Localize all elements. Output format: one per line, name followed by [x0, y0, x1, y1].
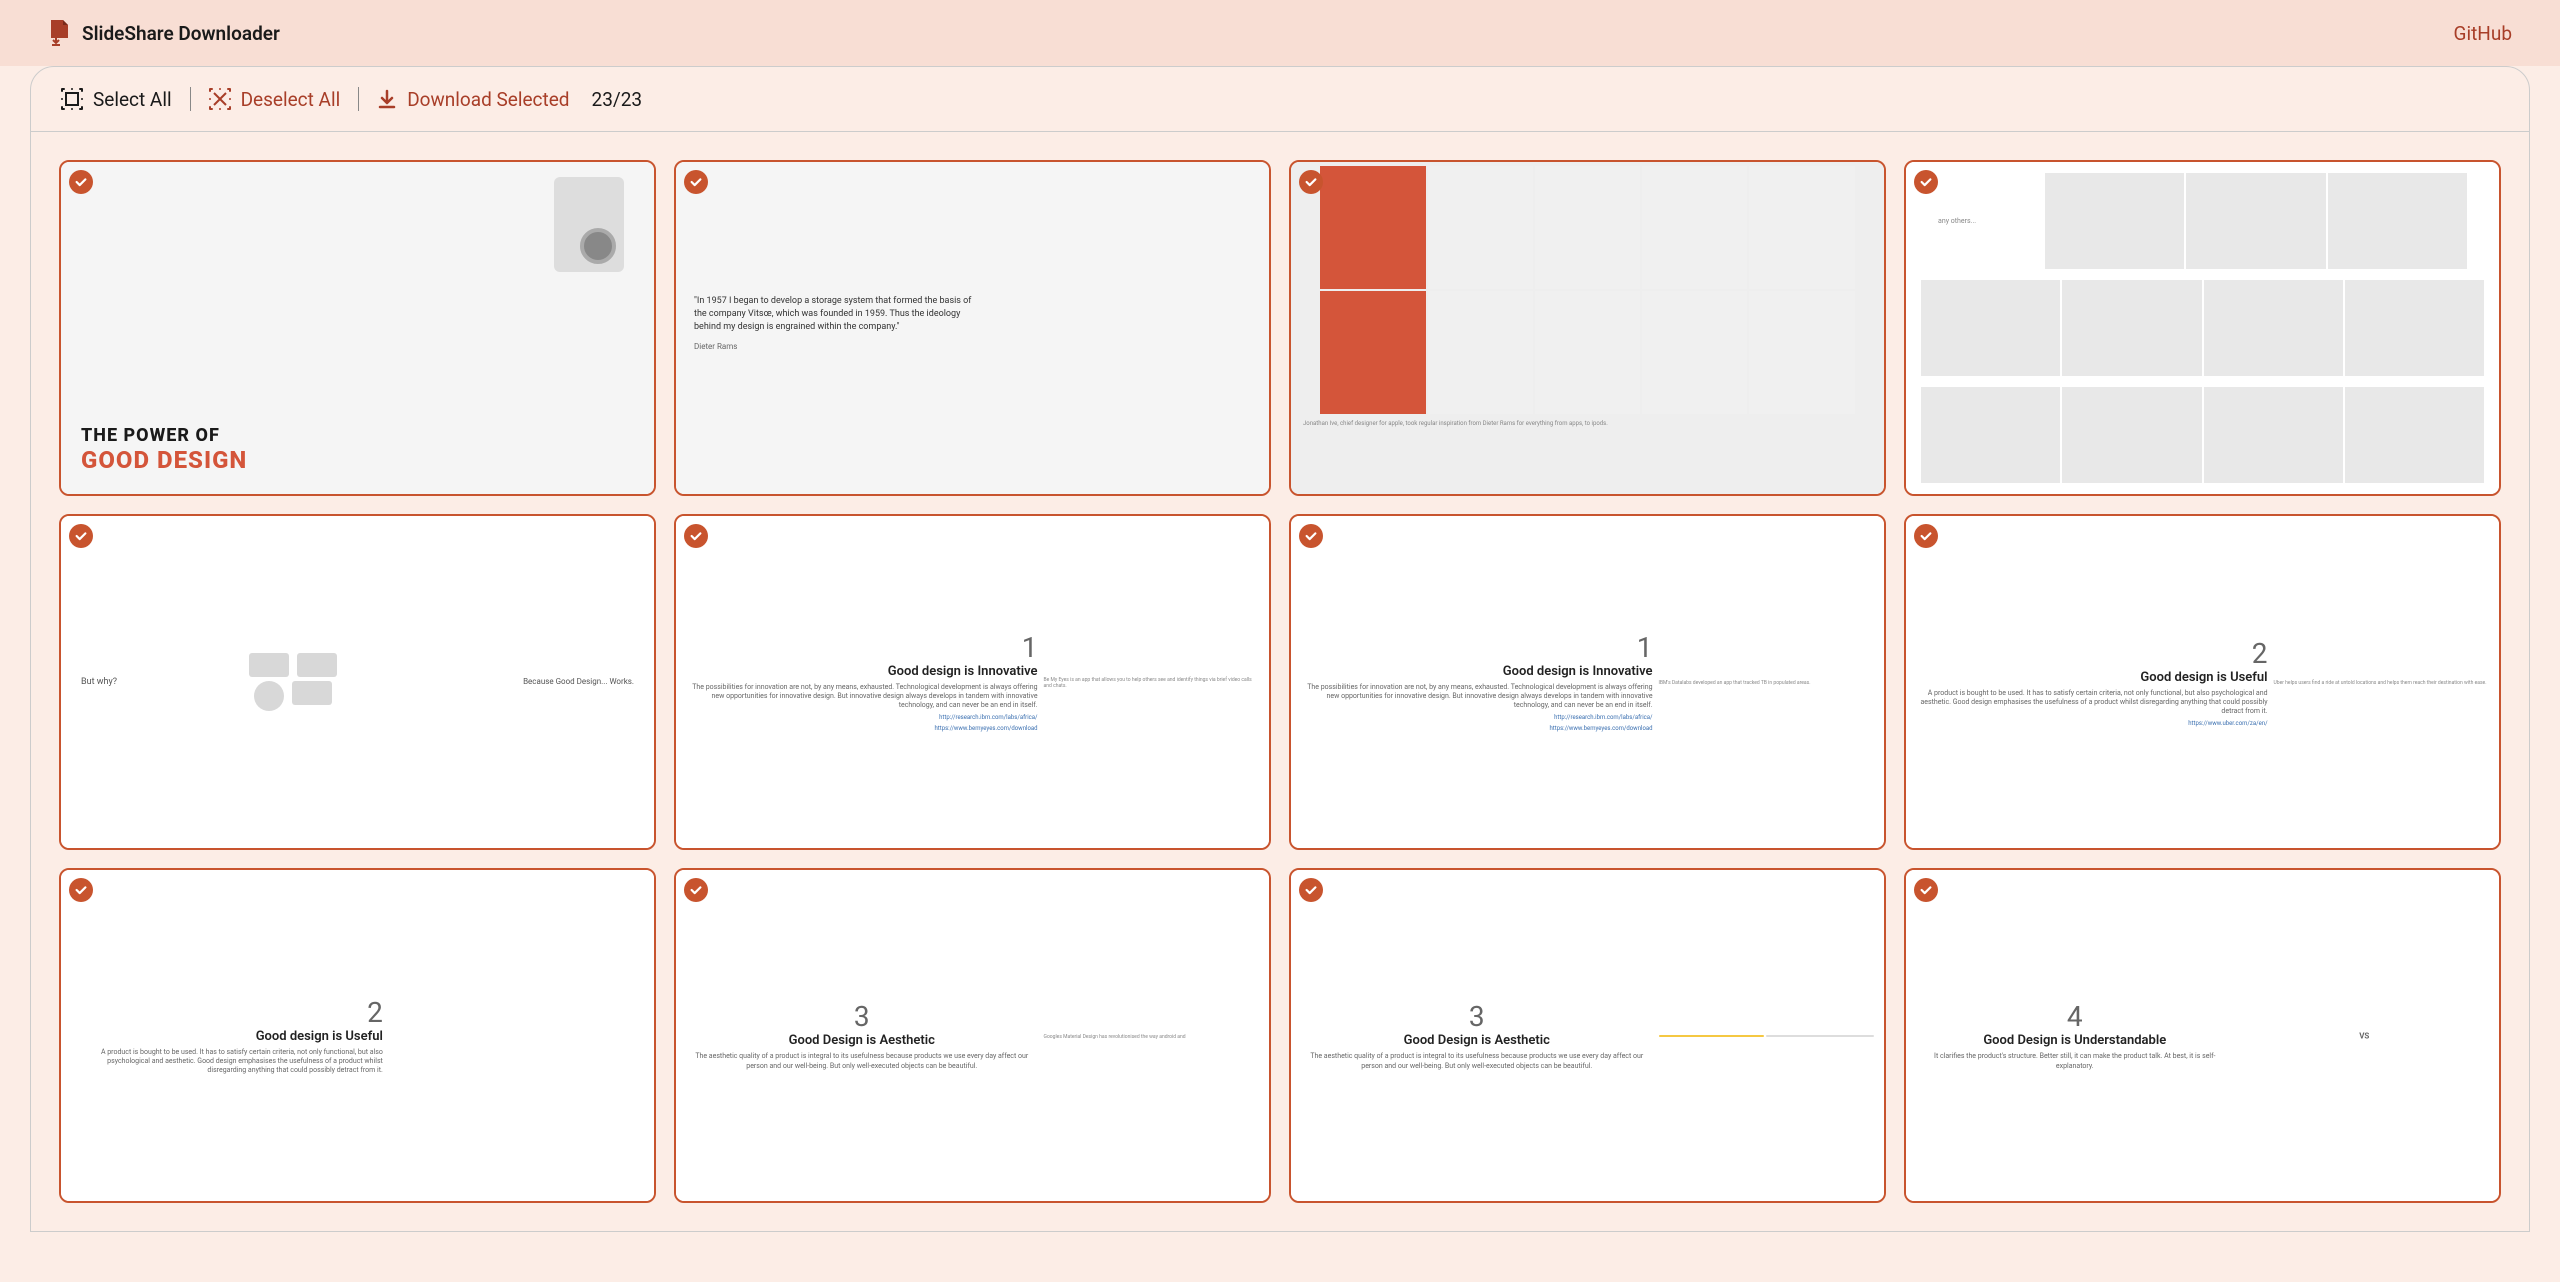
github-link[interactable]: GitHub [2454, 22, 2512, 45]
slide-text: https://www.bemyeyes.com/download [1549, 725, 1652, 732]
slide-thumbnail: 1 Good design is Innovative The possibil… [1291, 516, 1884, 848]
deselect-all-label: Deselect All [241, 88, 341, 111]
slide-checkbox[interactable] [684, 524, 708, 548]
slide-checkbox[interactable] [69, 170, 93, 194]
slide-grid: THE POWER OF GOOD DESIGN "In 1957 I bega… [31, 132, 2529, 1231]
slide-text: any others... [1938, 217, 2043, 225]
slide-card[interactable]: 2 Good design is Useful A product is bou… [1904, 514, 2501, 850]
slide-text: THE POWER OF [81, 425, 220, 446]
slide-text: Good Design is Understandable [1983, 1033, 2166, 1048]
slide-text: https://www.bemyeyes.com/download [934, 725, 1037, 732]
slide-text: http://research.ibm.com/labs/africa/ [939, 714, 1037, 721]
slide-text: Because Good Design... Works. [468, 677, 634, 686]
slide-text: Be My Eyes is an app that allows you to … [1044, 677, 1259, 689]
slide-text: VS [2355, 1029, 2373, 1042]
slide-text: The aesthetic quality of a product is in… [1301, 1052, 1653, 1070]
slide-text: Jonathan Ive, chief designer for apple, … [1295, 416, 1880, 431]
slide-text: The possibilities for innovation are not… [1301, 683, 1653, 710]
slide-text: Googles Material Design has revolutionis… [1044, 1034, 1259, 1040]
header-left: SlideShare Downloader [48, 20, 280, 46]
slide-text: 2 [367, 996, 383, 1029]
slide-card[interactable]: 1 Good design is Innovative The possibil… [674, 514, 1271, 850]
select-all-button[interactable]: Select All [61, 88, 172, 111]
slide-text: Good design is Useful [2140, 670, 2267, 685]
selection-counter: 23/23 [592, 88, 643, 111]
slide-text: The possibilities for innovation are not… [686, 683, 1038, 710]
slide-text: 3 [1469, 1000, 1485, 1033]
slide-text: It clarifies the product's structure. Be… [1916, 1052, 2234, 1070]
main-panel: Select All Deselect All Download Selecte… [30, 66, 2530, 1232]
slide-card[interactable]: THE POWER OF GOOD DESIGN [59, 160, 656, 496]
slide-thumbnail: 1 Good design is Innovative The possibil… [676, 516, 1269, 848]
slide-text: https://www.uber.com/za/en/ [2188, 720, 2267, 727]
deselect-all-button[interactable]: Deselect All [209, 88, 341, 111]
slide-card[interactable]: 4 Good Design is Understandable It clari… [1904, 868, 2501, 1204]
slide-checkbox[interactable] [684, 170, 708, 194]
slide-text: http://research.ibm.com/labs/africa/ [1554, 714, 1652, 721]
slide-text: The aesthetic quality of a product is in… [686, 1052, 1038, 1070]
slide-text: 3 [854, 1000, 870, 1033]
slide-card[interactable]: But why? Because Good Design... Works. [59, 514, 656, 850]
slide-text: Good design is Useful [256, 1029, 383, 1044]
app-title: SlideShare Downloader [82, 22, 280, 45]
slide-checkbox[interactable] [1914, 878, 1938, 902]
select-all-icon [61, 88, 83, 110]
toolbar: Select All Deselect All Download Selecte… [31, 67, 2529, 132]
app-header: SlideShare Downloader GitHub [0, 0, 2560, 66]
slide-checkbox[interactable] [684, 878, 708, 902]
slide-card[interactable]: "In 1957 I began to develop a storage sy… [674, 160, 1271, 496]
slide-thumbnail: Jonathan Ive, chief designer for apple, … [1291, 162, 1884, 494]
slide-text: 2 [2252, 637, 2268, 670]
slide-text: Good Design is Aesthetic [1404, 1033, 1550, 1048]
slide-checkbox[interactable] [1914, 524, 1938, 548]
deselect-all-icon [209, 88, 231, 110]
download-selected-label: Download Selected [407, 88, 569, 111]
download-selected-button[interactable]: Download Selected [377, 88, 569, 111]
slide-text: Good design is Innovative [1503, 664, 1653, 679]
slide-text: 1 [1637, 631, 1653, 664]
slide-text: Good design is Innovative [888, 664, 1038, 679]
slide-text: Good Design is Aesthetic [789, 1033, 935, 1048]
slide-checkbox[interactable] [1299, 524, 1323, 548]
slide-checkbox[interactable] [1299, 878, 1323, 902]
slide-text: 4 [2067, 1000, 2083, 1033]
slide-text: 1 [1022, 631, 1038, 664]
toolbar-divider [190, 87, 191, 111]
slide-thumbnail: 4 Good Design is Understandable It clari… [1906, 870, 2499, 1202]
slide-checkbox[interactable] [69, 524, 93, 548]
slide-text: "In 1957 I began to develop a storage sy… [694, 295, 984, 333]
slide-checkbox[interactable] [69, 878, 93, 902]
slide-checkbox[interactable] [1299, 170, 1323, 194]
slide-text: A product is bought to be used. It has t… [71, 1048, 383, 1075]
slide-card[interactable]: 2 Good design is Useful A product is bou… [59, 868, 656, 1204]
slide-thumbnail: 3 Good Design is Aesthetic The aesthetic… [676, 870, 1269, 1202]
slide-card[interactable]: 1 Good design is Innovative The possibil… [1289, 514, 1886, 850]
slide-checkbox[interactable] [1914, 170, 1938, 194]
slide-card[interactable]: 3 Good Design is Aesthetic The aesthetic… [674, 868, 1271, 1204]
slide-card[interactable]: 3 Good Design is Aesthetic The aesthetic… [1289, 868, 1886, 1204]
slide-thumbnail: 2 Good design is Useful A product is bou… [61, 870, 654, 1202]
app-logo-icon [48, 20, 70, 46]
slide-text: GOOD DESIGN [81, 446, 247, 474]
slide-thumbnail: "In 1957 I began to develop a storage sy… [676, 162, 1269, 494]
slide-card[interactable]: any others... [1904, 160, 2501, 496]
slide-text: A product is bought to be used. It has t… [1916, 689, 2268, 716]
slide-thumbnail: 3 Good Design is Aesthetic The aesthetic… [1291, 870, 1884, 1202]
toolbar-divider [358, 87, 359, 111]
slide-text: Uber helps users find a ride at untold l… [2274, 680, 2489, 686]
slide-thumbnail: any others... [1906, 162, 2499, 494]
slide-thumbnail: 2 Good design is Useful A product is bou… [1906, 516, 2499, 848]
slide-text: IBM's Datalabs developed an app that tra… [1659, 680, 1874, 686]
download-icon [377, 89, 397, 109]
slide-text: Dieter Rams [694, 341, 984, 352]
slide-text: But why? [81, 677, 117, 687]
slide-card[interactable]: Jonathan Ive, chief designer for apple, … [1289, 160, 1886, 496]
select-all-label: Select All [93, 88, 172, 111]
slide-thumbnail: But why? Because Good Design... Works. [61, 516, 654, 848]
slide-thumbnail: THE POWER OF GOOD DESIGN [61, 162, 654, 494]
